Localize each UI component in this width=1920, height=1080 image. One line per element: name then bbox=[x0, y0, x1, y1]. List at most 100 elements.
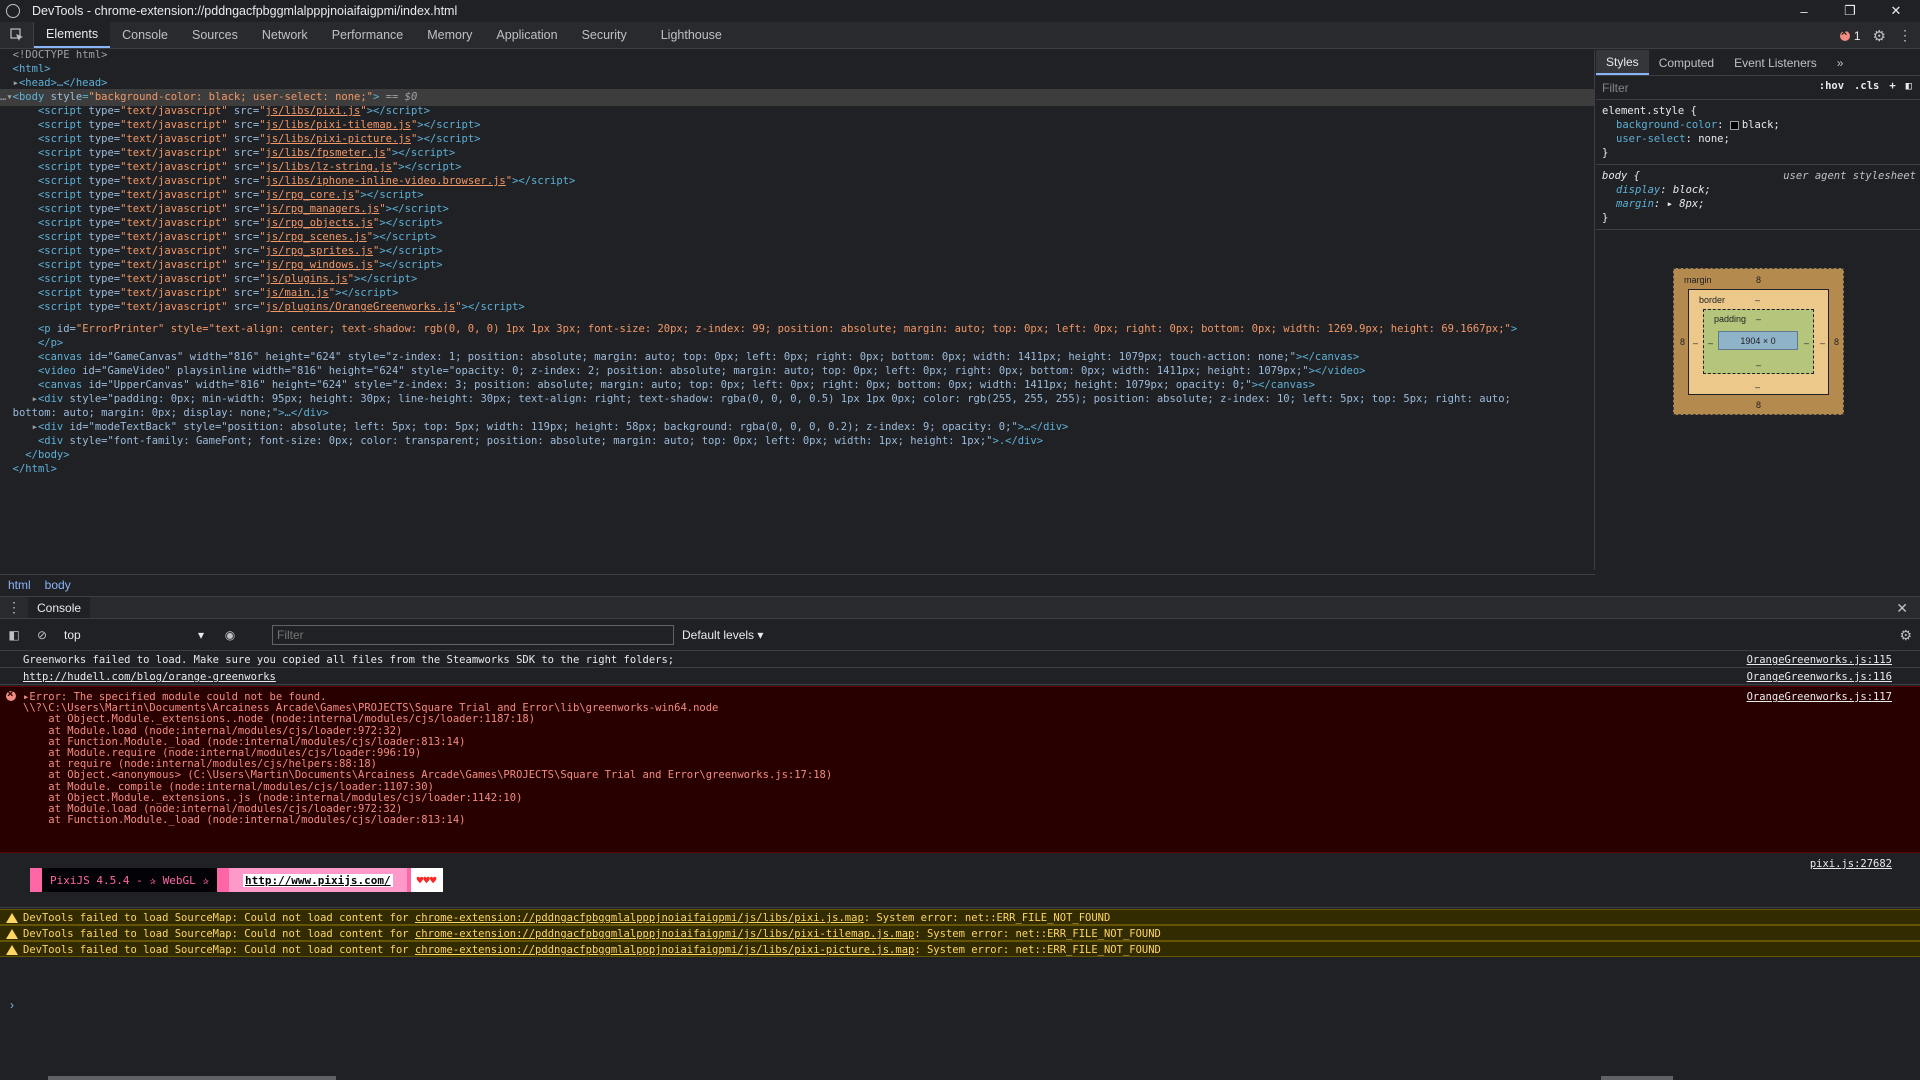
margin-top-value[interactable]: 8 bbox=[1756, 275, 1761, 285]
margin-right-value[interactable]: 8 bbox=[1834, 337, 1839, 347]
error-count-badge[interactable]: 1 bbox=[1839, 27, 1861, 43]
box-border: border – – – – padding – – – – 1904 × 0 bbox=[1688, 289, 1829, 395]
warning-icon bbox=[6, 929, 18, 939]
script-src-link[interactable]: js/plugins.js bbox=[266, 273, 348, 285]
console-settings-gear-icon[interactable]: ⚙ bbox=[1899, 627, 1912, 644]
window-title: DevTools - chrome-extension://pddngacfpb… bbox=[32, 4, 458, 18]
sourcemap-url-link[interactable]: chrome-extension://pddngacfpbggmlalpppjn… bbox=[415, 944, 914, 956]
toggle-sidebar-icon[interactable]: ◧ bbox=[1906, 80, 1912, 92]
element-style-selector: element.style { bbox=[1602, 105, 1697, 117]
script-src-link[interactable]: js/rpg_managers.js bbox=[266, 203, 380, 215]
styles-filter-input[interactable]: Filter bbox=[1602, 81, 1629, 95]
box-model-diagram: margin 8 8 8 8 border – – – – padding – … bbox=[1673, 268, 1844, 415]
margin-label: margin bbox=[1684, 275, 1712, 285]
styles-filter[interactable]: Filter :hov .cls + ◧ bbox=[1596, 76, 1920, 100]
tab-event-listeners[interactable]: Event Listeners bbox=[1724, 50, 1827, 75]
console-message: http://hudell.com/blog/orange-greenworks… bbox=[0, 669, 1920, 685]
pixi-banner: PixiJS 4.5.4 - ✰ WebGL ✰ http://www.pixi… bbox=[30, 868, 443, 892]
console-warning: DevTools failed to load SourceMap: Could… bbox=[0, 941, 1920, 957]
console-error[interactable]: OrangeGreenworks.js:117 ▸Error: The spec… bbox=[0, 686, 1920, 853]
scrollbar-thumb[interactable] bbox=[1601, 1076, 1673, 1080]
restore-button[interactable]: ❐ bbox=[1827, 0, 1873, 22]
source-link[interactable]: pixi.js:27682 bbox=[1810, 858, 1892, 870]
clear-console-icon[interactable]: ⊘ bbox=[28, 628, 56, 642]
tab-console[interactable]: Console bbox=[110, 22, 180, 48]
margin-left-value[interactable]: 8 bbox=[1680, 337, 1685, 347]
pixi-url-link[interactable]: http://www.pixijs.com/ bbox=[242, 873, 393, 887]
close-drawer-icon[interactable]: ✕ bbox=[1896, 600, 1908, 617]
console-message: Greenworks failed to load. Make sure you… bbox=[0, 652, 1920, 668]
breadcrumb-body[interactable]: body bbox=[45, 578, 71, 592]
tab-sources[interactable]: Sources bbox=[180, 22, 250, 48]
script-src-link[interactable]: js/rpg_core.js bbox=[266, 189, 355, 201]
error-count: 1 bbox=[1853, 28, 1861, 43]
source-link[interactable]: OrangeGreenworks.js:116 bbox=[1747, 671, 1892, 683]
tab-security[interactable]: Security bbox=[570, 22, 639, 48]
console-warning: DevTools failed to load SourceMap: Could… bbox=[0, 925, 1920, 941]
error-icon bbox=[6, 687, 16, 701]
dom-script-tag[interactable]: <script type="text/javascript" src="js/p… bbox=[0, 299, 1594, 316]
drawer-menu-icon[interactable]: ⋮ bbox=[0, 597, 28, 618]
script-src-link[interactable]: js/libs/lz-string.js bbox=[266, 161, 392, 173]
box-content[interactable]: 1904 × 0 bbox=[1718, 331, 1798, 350]
error-stack-line: at require (node:internal/modules/cjs/he… bbox=[23, 758, 378, 771]
breadcrumb-html[interactable]: html bbox=[8, 578, 31, 592]
settings-gear-icon[interactable]: ⚙ bbox=[1873, 27, 1886, 45]
tab-memory[interactable]: Memory bbox=[415, 22, 484, 48]
console-filter-input[interactable] bbox=[272, 625, 674, 645]
error-stack-line: at Module.load (node:internal/modules/cj… bbox=[23, 803, 403, 815]
pixi-version-text: PixiJS 4.5.4 - ✰ WebGL ✰ bbox=[42, 868, 217, 892]
tab-lighthouse[interactable]: Lighthouse bbox=[639, 22, 734, 48]
tab-elements[interactable]: Elements bbox=[34, 22, 111, 48]
more-tabs-icon[interactable]: » bbox=[1827, 50, 1854, 75]
tab-computed[interactable]: Computed bbox=[1649, 50, 1724, 75]
color-swatch[interactable] bbox=[1729, 120, 1739, 130]
tab-network[interactable]: Network bbox=[250, 22, 320, 48]
elements-dom-tree: <!DOCTYPE html> <html> ▸<head>…</head> …… bbox=[0, 50, 1595, 570]
context-select[interactable]: top ▾ bbox=[64, 628, 204, 642]
drawer-tab-console[interactable]: Console bbox=[28, 597, 91, 618]
script-src-link[interactable]: js/libs/iphone-inline-video.browser.js bbox=[266, 175, 506, 187]
log-levels-dropdown[interactable]: Default levels ▾ bbox=[682, 628, 763, 642]
live-expression-eye-icon[interactable]: ◉ bbox=[216, 628, 244, 642]
console-prompt[interactable]: › bbox=[10, 998, 14, 1012]
script-src-link[interactable]: js/rpg_objects.js bbox=[266, 217, 373, 229]
script-src-link[interactable]: js/libs/fpsmeter.js bbox=[266, 147, 386, 159]
source-link[interactable]: OrangeGreenworks.js:117 bbox=[1747, 691, 1892, 703]
hover-state-toggle[interactable]: :hov bbox=[1819, 80, 1844, 92]
new-rule-icon[interactable]: + bbox=[1889, 80, 1895, 92]
tab-application[interactable]: Application bbox=[484, 22, 569, 48]
scrollbar-thumb[interactable] bbox=[48, 1076, 336, 1080]
class-toggle[interactable]: .cls bbox=[1854, 80, 1879, 92]
script-src-link[interactable]: js/libs/pixi-picture.js bbox=[266, 133, 411, 145]
sourcemap-url-link[interactable]: chrome-extension://pddngacfpbggmlalpppjn… bbox=[415, 912, 864, 924]
close-window-button[interactable]: ✕ bbox=[1873, 0, 1919, 22]
error-stack-line: at Object.Module._extensions..js (node:i… bbox=[23, 791, 523, 804]
minimize-button[interactable]: – bbox=[1781, 0, 1827, 22]
error-stack-line: at Object.Module._extensions..node (node… bbox=[23, 713, 536, 726]
element-style-rule[interactable]: element.style { background-color: black;… bbox=[1596, 100, 1920, 165]
script-src-link[interactable]: js/rpg_sprites.js bbox=[266, 245, 373, 257]
sourcemap-url-link[interactable]: chrome-extension://pddngacfpbggmlalpppjn… bbox=[415, 928, 914, 940]
script-src-link[interactable]: js/libs/pixi.js bbox=[266, 105, 361, 117]
tab-styles[interactable]: Styles bbox=[1596, 50, 1649, 75]
inspect-element-button[interactable] bbox=[0, 22, 34, 48]
script-src-link[interactable]: js/rpg_windows.js bbox=[266, 259, 373, 271]
script-src-link[interactable]: js/plugins/OrangeGreenworks.js bbox=[266, 301, 456, 313]
console-url-link[interactable]: http://hudell.com/blog/orange-greenworks bbox=[23, 671, 276, 683]
script-src-link[interactable]: js/main.js bbox=[266, 287, 329, 299]
more-options-icon[interactable]: ⋮ bbox=[1898, 27, 1912, 44]
script-src-link[interactable]: js/libs/pixi-tilemap.js bbox=[266, 119, 411, 131]
title-bar: DevTools - chrome-extension://pddngacfpb… bbox=[0, 0, 1920, 22]
console-warning: DevTools failed to load SourceMap: Could… bbox=[0, 909, 1920, 925]
margin-bottom-value[interactable]: 8 bbox=[1756, 400, 1761, 410]
show-sidebar-icon[interactable]: ◧ bbox=[0, 628, 28, 642]
script-src-link[interactable]: js/rpg_scenes.js bbox=[266, 231, 367, 243]
breadcrumb: html body bbox=[0, 574, 1595, 595]
error-icon bbox=[1839, 27, 1850, 41]
dom-html-close[interactable]: </html> bbox=[0, 461, 1594, 478]
inspect-icon bbox=[9, 28, 23, 41]
styles-subtabs: Styles Computed Event Listeners » bbox=[1596, 50, 1920, 76]
source-link[interactable]: OrangeGreenworks.js:115 bbox=[1747, 654, 1892, 666]
tab-performance[interactable]: Performance bbox=[320, 22, 416, 48]
